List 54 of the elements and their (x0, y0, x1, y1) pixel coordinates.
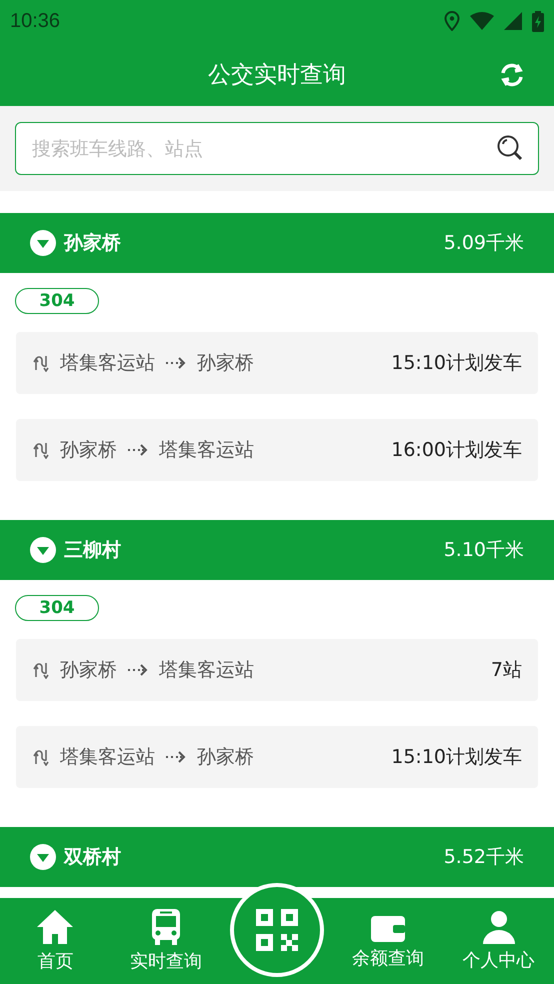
trip-card[interactable]: 塔集客运站 孙家桥 15:10计划发车 (16, 726, 538, 788)
page-title: 公交实时查询 (208, 60, 346, 90)
station-marker-icon (30, 844, 56, 870)
to-stop: 塔集客运站 (159, 658, 254, 683)
trip-card[interactable]: 孙家桥 塔集客运站 7站 (16, 639, 538, 701)
nav-tab[interactable]: 首页 (0, 909, 111, 973)
swap-icon (32, 661, 50, 679)
direction-arrow-icon (127, 443, 149, 457)
from-stop: 塔集客运站 (60, 745, 155, 770)
station-name: 双桥村 (64, 845, 121, 870)
station-name: 孙家桥 (64, 231, 121, 256)
qr-code-icon (256, 909, 298, 951)
route-number[interactable]: 304 (15, 288, 99, 314)
to-stop: 塔集客运站 (159, 438, 254, 463)
from-stop: 孙家桥 (60, 438, 117, 463)
swap-icon (32, 441, 50, 459)
trip-status: 15:10计划发车 (391, 745, 522, 770)
station-distance: 5.52千米 (444, 845, 524, 870)
direction-arrow-icon (165, 750, 187, 764)
station-marker-icon (30, 537, 56, 563)
from-stop: 塔集客运站 (60, 351, 155, 376)
station-distance: 5.09千米 (444, 231, 524, 256)
nav-tab[interactable]: 余额查询 (332, 912, 444, 970)
status-time: 10:36 (10, 10, 60, 32)
nav-tab[interactable]: 个人中心 (443, 910, 554, 972)
from-stop: 孙家桥 (60, 658, 117, 683)
direction-arrow-icon (127, 663, 149, 677)
trip-card[interactable]: 孙家桥 塔集客运站 16:00计划发车 (16, 419, 538, 481)
direction-arrow-icon (165, 356, 187, 370)
trip-status: 7站 (490, 658, 522, 683)
home-icon (36, 909, 74, 945)
location-icon (444, 11, 460, 31)
station-header[interactable]: 三柳村 5.10千米 (0, 520, 554, 580)
nav-tab[interactable]: 实时查询 (110, 909, 222, 973)
trip-card[interactable]: 塔集客运站 孙家桥 15:10计划发车 (16, 332, 538, 394)
to-stop: 孙家桥 (197, 745, 254, 770)
battery-icon (532, 10, 544, 32)
trip-status: 15:10计划发车 (391, 351, 522, 376)
search-icon[interactable] (497, 135, 523, 161)
station-header[interactable]: 孙家桥 5.09千米 (0, 213, 554, 273)
to-stop: 孙家桥 (197, 351, 254, 376)
signal-icon (504, 12, 522, 30)
station-marker-icon (30, 230, 56, 256)
wifi-icon (470, 12, 494, 30)
station-name: 三柳村 (64, 538, 121, 563)
bus-icon (152, 909, 180, 945)
station-header[interactable]: 双桥村 5.52千米 (0, 827, 554, 887)
station-distance: 5.10千米 (444, 538, 524, 563)
swap-icon (32, 354, 50, 372)
user-icon (482, 910, 515, 944)
trip-status: 16:00计划发车 (391, 438, 522, 463)
search-field[interactable]: 搜索班车线路、站点 (15, 122, 539, 175)
route-number[interactable]: 304 (15, 595, 99, 621)
swap-icon (32, 748, 50, 766)
